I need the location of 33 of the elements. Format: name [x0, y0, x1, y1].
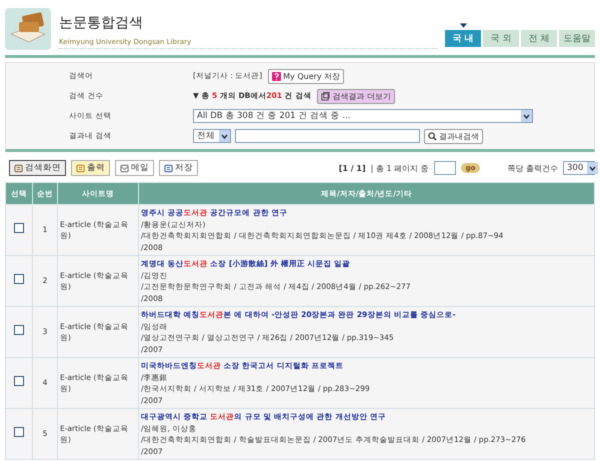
per-page-label: 쪽당 출력건수: [507, 162, 558, 174]
refine-input[interactable]: [235, 129, 420, 143]
save-icon: [164, 164, 173, 172]
save-query-button[interactable]: My Query 저장: [268, 68, 344, 84]
books-logo-icon: [5, 8, 51, 50]
page-info: [1 / 1]: [338, 164, 366, 172]
page-title: 논문통합검색: [59, 14, 144, 32]
region-tab[interactable]: 국 외: [483, 30, 519, 46]
region-tab[interactable]: 도움말: [559, 30, 595, 46]
scope-select[interactable]: 전체: [193, 129, 231, 143]
refine-search-button[interactable]: 결과내검색: [424, 128, 483, 144]
copy-icon: [321, 92, 330, 100]
region-tab[interactable]: 전 체: [521, 30, 557, 46]
row-checkbox[interactable]: [14, 274, 24, 284]
home-button[interactable]: 검색화면: [9, 160, 66, 176]
more-results-button[interactable]: 검색결과 더보기: [317, 88, 395, 104]
print-button[interactable]: 출력: [71, 160, 110, 176]
mail-button[interactable]: 메일: [115, 160, 154, 176]
row-checkbox[interactable]: [14, 376, 24, 386]
printer-icon: [76, 164, 85, 172]
search-icon: [428, 132, 437, 140]
save-button[interactable]: 저장: [159, 160, 198, 176]
row-checkbox[interactable]: [14, 427, 24, 438]
query-icon: [272, 72, 282, 80]
envelope-icon: [120, 164, 129, 172]
document-icon: [14, 164, 23, 172]
page-total: | 총 1 페이지 중: [370, 162, 429, 174]
row-checkbox[interactable]: [14, 223, 24, 234]
site-select[interactable]: All DB 총 308 건 중 201 건 검색 중 ...: [193, 109, 533, 123]
pointer-icon: [460, 22, 466, 28]
page-input[interactable]: [434, 161, 456, 175]
per-page-select[interactable]: 300: [563, 161, 595, 175]
row-checkbox[interactable]: [14, 325, 24, 336]
